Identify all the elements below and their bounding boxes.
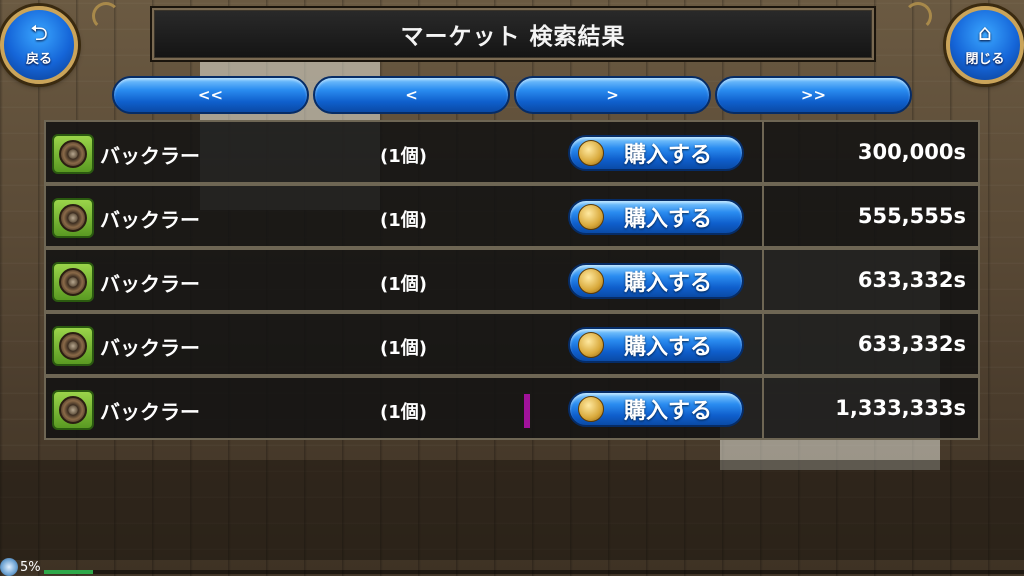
column-divider — [762, 250, 764, 310]
buy-button-label: 購入する — [624, 143, 713, 168]
prev-page-button[interactable]: < — [313, 76, 510, 114]
progress-track — [44, 570, 1024, 574]
item-price: 633,332s — [857, 332, 966, 356]
column-divider — [762, 186, 764, 246]
back-button[interactable]: ⮌ 戻る — [0, 6, 78, 84]
buy-button-label: 購入する — [624, 335, 713, 360]
first-page-button[interactable]: << — [112, 76, 309, 114]
coin-icon — [578, 204, 604, 230]
buckler-shield-icon — [52, 326, 94, 366]
close-button-label: 閉じる — [965, 52, 1005, 67]
item-name: バックラー — [100, 208, 200, 232]
item-quantity: (1個) — [380, 274, 427, 295]
listing-row: バックラー (1個) 購入する 633,332s — [44, 312, 980, 376]
item-name: バックラー — [100, 336, 200, 360]
buy-button-label: 購入する — [624, 207, 713, 232]
column-divider — [762, 378, 764, 438]
listing-row: バックラー (1個) 購入する 555,555s — [44, 184, 980, 248]
column-divider — [762, 314, 764, 374]
cursor-marker — [524, 394, 530, 428]
item-quantity: (1個) — [380, 210, 427, 231]
listing-row: バックラー (1個) 購入する 1,333,333s — [44, 376, 980, 440]
frame-ornament — [904, 2, 932, 30]
progress-percent: 5% — [20, 559, 41, 575]
item-price: 555,555s — [857, 204, 966, 228]
page-title: マーケット 検索結果 — [400, 24, 626, 50]
market-listing-table: バックラー (1個) 購入する 300,000s バックラー (1個) 購入する… — [44, 120, 980, 440]
loading-orb-icon — [0, 558, 18, 576]
coin-icon — [578, 396, 604, 422]
buckler-shield-icon — [52, 262, 94, 302]
background-shadow — [0, 460, 1024, 560]
buy-button-label: 購入する — [624, 399, 713, 424]
close-button[interactable]: ⌂ 閉じる — [946, 6, 1024, 84]
frame-ornament — [92, 2, 120, 30]
pagination: << < > >> — [112, 76, 912, 114]
next-page-button[interactable]: > — [514, 76, 711, 114]
buy-button[interactable]: 購入する — [568, 327, 744, 363]
buckler-shield-icon — [52, 198, 94, 238]
buy-button[interactable]: 購入する — [568, 391, 744, 427]
home-icon: ⌂ — [978, 21, 992, 46]
buckler-shield-icon — [52, 390, 94, 430]
item-price: 633,332s — [857, 268, 966, 292]
item-name: バックラー — [100, 400, 200, 424]
back-arrow-icon: ⮌ — [30, 21, 48, 46]
buy-button[interactable]: 購入する — [568, 263, 744, 299]
coin-icon — [578, 332, 604, 358]
back-button-label: 戻る — [25, 52, 52, 67]
page-title-bar: マーケット 検索結果 — [152, 8, 874, 60]
buckler-shield-icon — [52, 134, 94, 174]
item-quantity: (1個) — [380, 402, 427, 423]
item-name: バックラー — [100, 272, 200, 296]
item-name: バックラー — [100, 144, 200, 168]
buy-button-label: 購入する — [624, 271, 713, 296]
status-bar: 5% — [0, 558, 1024, 576]
listing-row: バックラー (1個) 購入する 633,332s — [44, 248, 980, 312]
column-divider — [762, 122, 764, 182]
coin-icon — [578, 268, 604, 294]
listing-row: バックラー (1個) 購入する 300,000s — [44, 120, 980, 184]
item-price: 1,333,333s — [835, 396, 966, 420]
item-price: 300,000s — [857, 140, 966, 164]
buy-button[interactable]: 購入する — [568, 135, 744, 171]
coin-icon — [578, 140, 604, 166]
buy-button[interactable]: 購入する — [568, 199, 744, 235]
progress-fill — [44, 570, 93, 574]
item-quantity: (1個) — [380, 146, 427, 167]
item-quantity: (1個) — [380, 338, 427, 359]
last-page-button[interactable]: >> — [715, 76, 912, 114]
